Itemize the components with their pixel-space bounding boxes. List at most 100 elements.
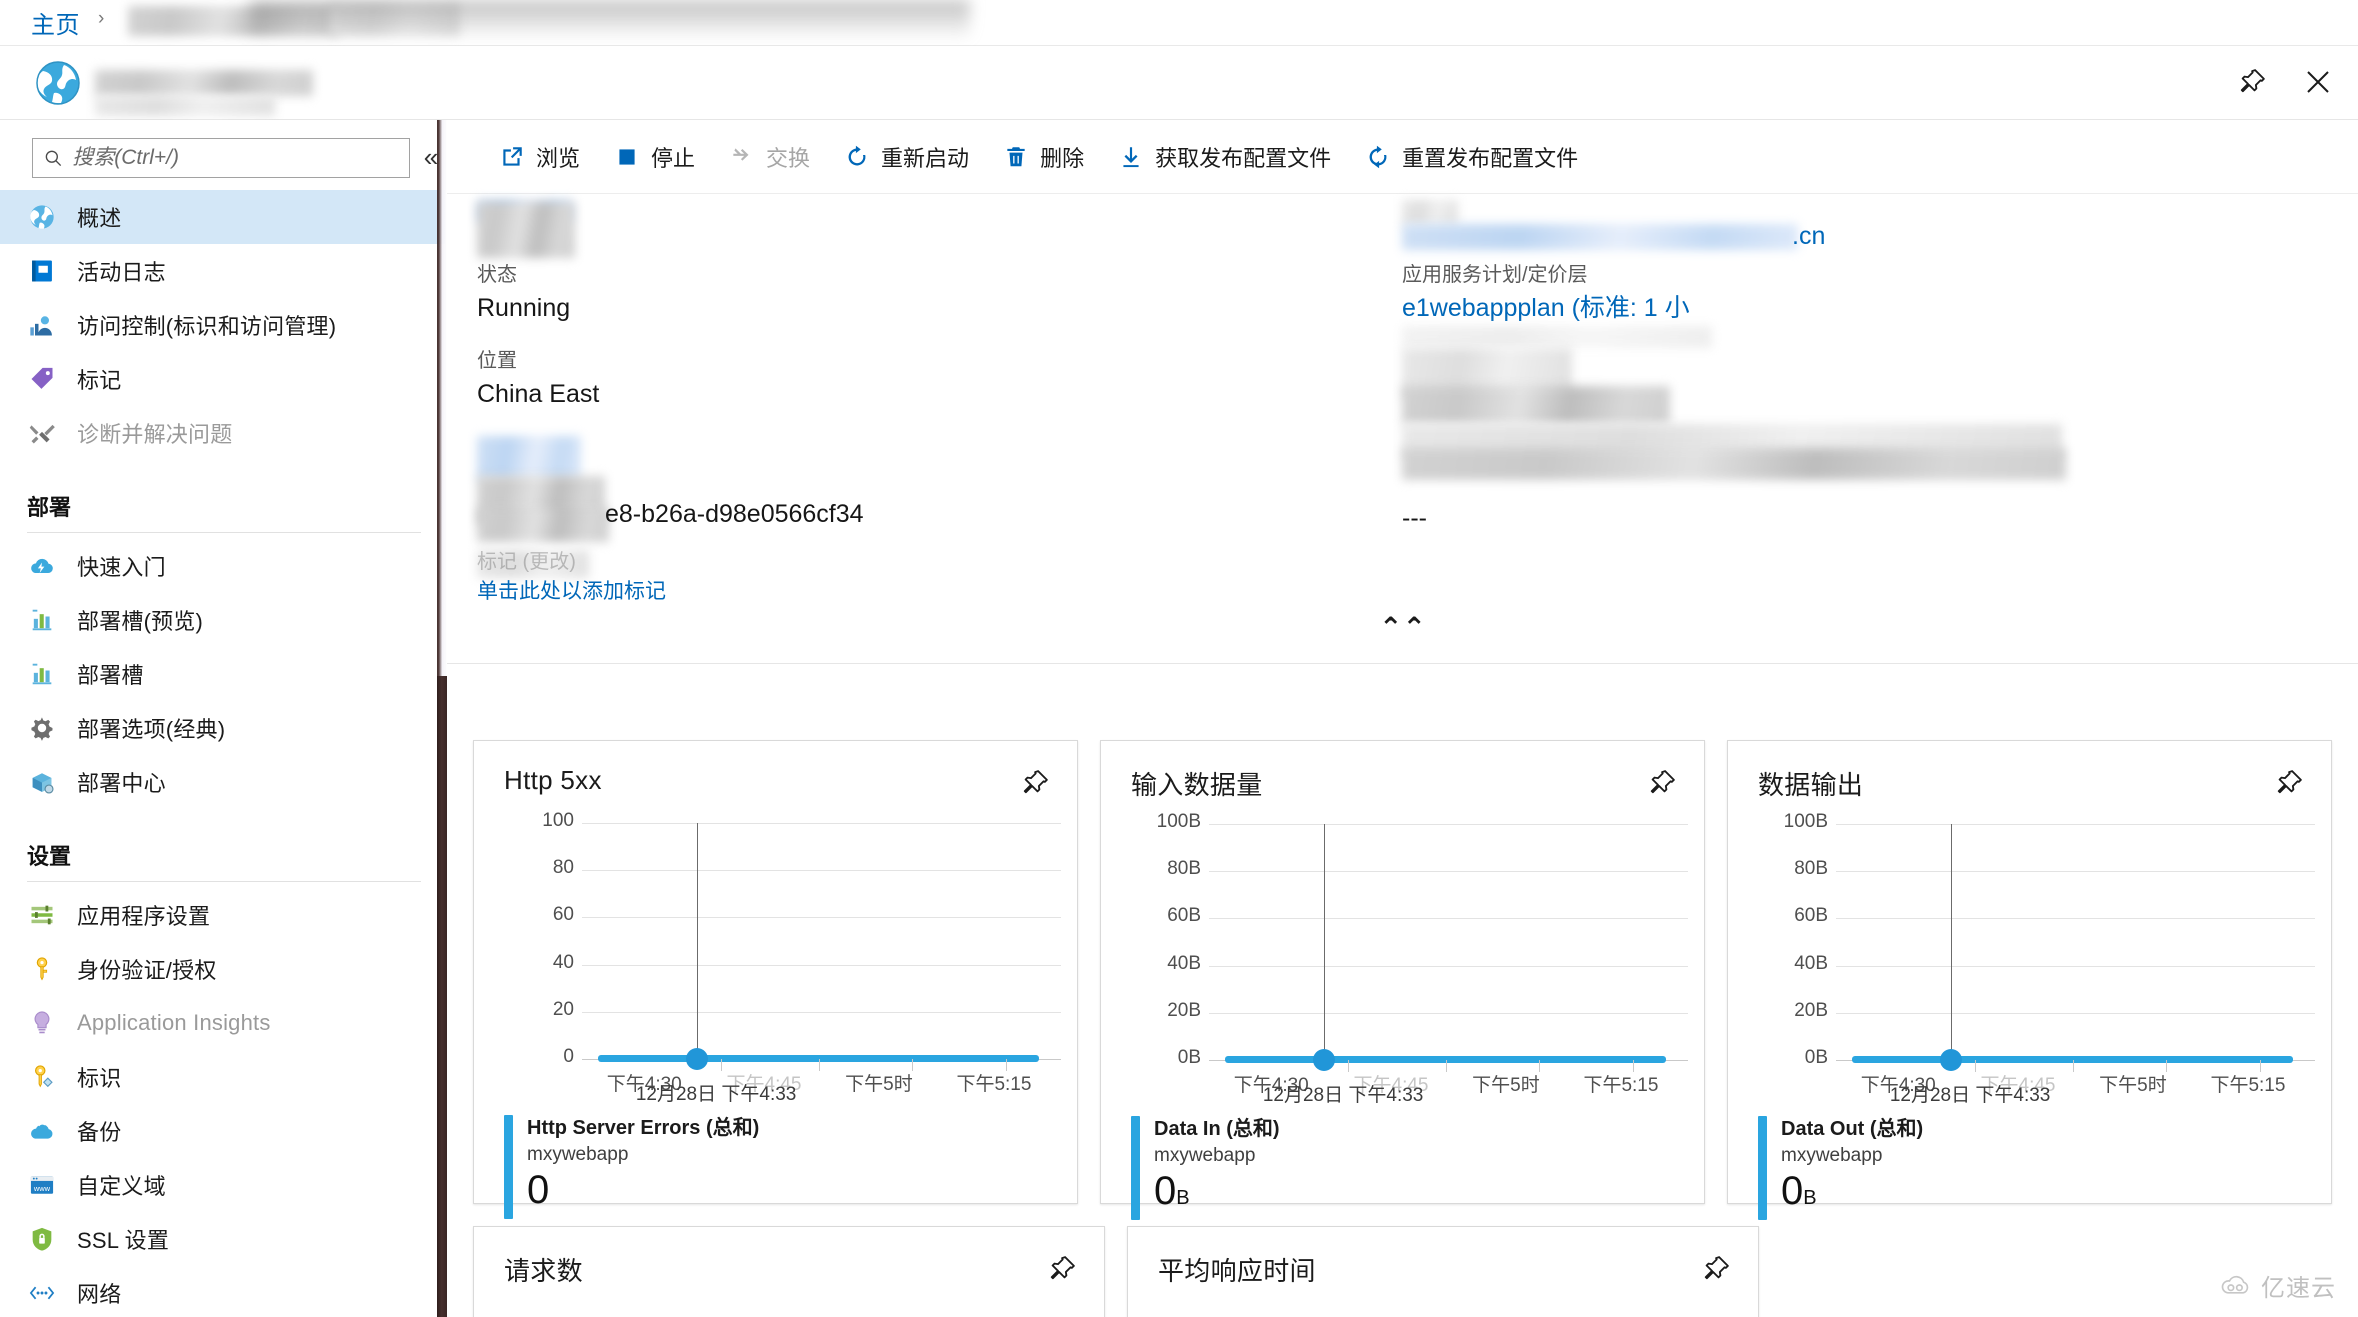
command-label: 停止 — [651, 145, 696, 171]
sidebar-item-label: 自定义域 — [77, 1174, 166, 1199]
legend-value-number: 0 — [1154, 1169, 1177, 1213]
tags-label: 标记 (更改) — [477, 551, 576, 573]
sidebar-item-身份验证-授权[interactable]: 身份验证/授权 — [0, 942, 445, 996]
metric-tile-数据输出[interactable]: 数据输出 0B 20B 40B 60B 80B 100B 下午4:30 下午4:45 下午5时 下午… — [1727, 740, 2332, 1220]
sidebar-item-部署选项-经典-[interactable]: 部署选项(经典) — [0, 701, 445, 755]
pin-icon — [2240, 69, 2265, 93]
gridline — [1836, 918, 2315, 920]
search-input[interactable] — [72, 146, 399, 170]
x-axis-labels: 下午4:30 下午4:45 下午5时 下午5:15 12月28日 下午4:33 — [1209, 1070, 1688, 1110]
metric-tile-平均响应时间[interactable]: 平均响应时间 — [1127, 1226, 1759, 1317]
pin-blade-button[interactable] — [2230, 60, 2274, 104]
pin-tile-button[interactable] — [1644, 765, 1680, 801]
gridline — [1836, 871, 2315, 873]
y-tick-label: 40B — [1167, 952, 1201, 974]
chevron-up-icon[interactable]: ⌃⌃ — [1379, 614, 1426, 642]
chart-plot-area[interactable]: 0B 20B 40B 60B 80B 100B — [1121, 811, 1688, 1072]
y-tick-label: 0B — [1804, 1046, 1828, 1068]
sidebar-item-label: 快速入门 — [77, 555, 166, 580]
sidebar-item-部署中心[interactable]: 部署中心 — [0, 755, 445, 809]
pin-tile-button[interactable] — [2271, 765, 2307, 801]
sidebar-item-应用程序设置[interactable]: 应用程序设置 — [0, 888, 445, 942]
sidebar: « 概述活动日志访问控制(标识和访问管理) 标记诊断并解决问题部署快速入门部署槽(… — [0, 120, 446, 1317]
sidebar-item-标记[interactable]: 标记 — [0, 352, 445, 406]
status-label: 状态 — [477, 264, 517, 286]
restart-icon — [844, 144, 870, 170]
diagnose-icon — [27, 418, 57, 448]
command-浏览-button[interactable]: 浏览 — [482, 131, 597, 183]
metric-tile-输入数据量[interactable]: 输入数据量 0B 20B 40B 60B 80B 100B 下午4:30 下午4:45 下午5时下… — [1100, 740, 1705, 1220]
sidebar-item-标识[interactable]: 标识 — [0, 1050, 445, 1104]
essentials-collapse-row: ⌃⌃ — [447, 614, 2358, 642]
pin-icon — [2277, 770, 2302, 794]
pin-tile-button[interactable] — [1698, 1251, 1734, 1287]
metric-tile-请求数[interactable]: 请求数 — [473, 1226, 1105, 1317]
legend-value: 0B — [1154, 1169, 1280, 1220]
location-label: 位置 — [477, 350, 517, 372]
legend-value: 0 — [527, 1168, 759, 1219]
x-tick-label: 下午5时 — [2099, 1075, 2167, 1096]
sidebar-item-访问控制-标识和访问管理-[interactable]: 访问控制(标识和访问管理) — [0, 298, 445, 352]
essentials-right-redact-3 — [1402, 424, 2062, 458]
sidebar-item-快速入门[interactable]: 快速入门 — [0, 539, 445, 593]
sidebar-item-活动日志[interactable]: 活动日志 — [0, 244, 445, 298]
status-value: Running — [477, 294, 571, 322]
sidebar-item-概述[interactable]: 概述 — [0, 190, 445, 244]
command-重置发布配置文件-button[interactable]: 重置发布配置文件 — [1348, 131, 1595, 183]
y-tick-label: 60 — [552, 904, 574, 926]
pin-icon — [1023, 770, 1048, 794]
pin-tile-button[interactable] — [1044, 1251, 1080, 1287]
swap-icon — [729, 144, 755, 170]
app-service-plan-value[interactable]: e1webappplan (标准: 1 小 — [1402, 290, 1690, 326]
y-axis: 0B 20B 40B 60B 80B 100B — [1121, 811, 1207, 1068]
sidebar-item-备份[interactable]: 备份 — [0, 1104, 445, 1158]
sidebar-item-label: 部署槽(预览) — [77, 609, 204, 634]
deployment-slot-icon — [27, 659, 57, 689]
legend-value-number: 0 — [1781, 1169, 1804, 1213]
tile-title: Http 5xx — [504, 765, 602, 795]
blade-subtitle-redacted — [95, 96, 275, 116]
sidebar-item-label: 部署选项(经典) — [77, 717, 226, 742]
gridline — [1209, 824, 1688, 825]
legend-value-number: 0 — [527, 1168, 550, 1212]
command-获取发布配置文件-button[interactable]: 获取发布配置文件 — [1101, 131, 1348, 183]
command-重新启动-button[interactable]: 重新启动 — [827, 131, 986, 183]
y-tick-label: 20B — [1794, 999, 1828, 1021]
sidebar-item-自定义域[interactable]: www 自定义域 — [0, 1158, 445, 1212]
pin-tile-button[interactable] — [1017, 765, 1053, 801]
chart-plot-area[interactable]: 0B 20B 40B 60B 80B 100B — [1748, 811, 2315, 1072]
chart-legend: Data In (总和) mxywebapp 0B — [1101, 1110, 1704, 1220]
essentials-redacted-block-3 — [477, 436, 581, 480]
sidebar-item-网络[interactable]: 网络 — [0, 1266, 445, 1317]
sidebar-item-label: 诊断并解决问题 — [77, 422, 233, 447]
metric-tile-http-5xx[interactable]: Http 5xx 0 20 40 60 80 100 下午4:30 下午4:45 下午5时 下午5:… — [473, 740, 1078, 1219]
sidebar-item-ssl-设置[interactable]: SSL 设置 — [0, 1212, 445, 1266]
sidebar-item-部署槽-预览-[interactable]: 部署槽(预览) — [0, 593, 445, 647]
essentials-right-redact-1 — [1402, 348, 1572, 398]
activity-log-icon — [27, 256, 57, 286]
pin-icon — [1704, 1256, 1729, 1280]
command-停止-button[interactable]: 停止 — [597, 131, 712, 183]
command-删除-button[interactable]: 删除 — [986, 131, 1101, 183]
sidebar-group-title: 部署 — [27, 495, 72, 520]
essentials-redacted-block-2 — [477, 202, 575, 258]
shield-lock-icon — [27, 1224, 57, 1254]
breadcrumb-home[interactable]: 主页 — [31, 5, 80, 40]
sidebar-item-label: Application Insights — [77, 1010, 271, 1035]
chart-plot-area[interactable]: 0 20 40 60 80 100 — [494, 810, 1061, 1071]
command-label: 交换 — [766, 145, 811, 171]
plot-grid — [1209, 824, 1688, 1072]
y-axis: 0 20 40 60 80 100 — [494, 810, 580, 1067]
close-blade-button[interactable] — [2296, 60, 2340, 104]
site-url-suffix[interactable]: .cn — [1792, 218, 1825, 254]
essentials-panel: 状态 Running 位置 China East e8-b26a-d98e056… — [447, 194, 2358, 664]
essentials-column-left: 状态 Running 位置 China East e8-b26a-d98e056… — [477, 198, 1377, 603]
search-box[interactable] — [32, 138, 410, 178]
legend-color-swatch — [1758, 1116, 1767, 1220]
sidebar-item-部署槽[interactable]: 部署槽 — [0, 647, 445, 701]
add-tags-link[interactable]: 单击此处以添加标记 — [477, 574, 666, 610]
ftp-value: --- — [1402, 504, 1427, 532]
gridline — [582, 917, 1061, 919]
svg-text:www: www — [33, 1184, 51, 1193]
url-redacted — [1402, 224, 1798, 250]
